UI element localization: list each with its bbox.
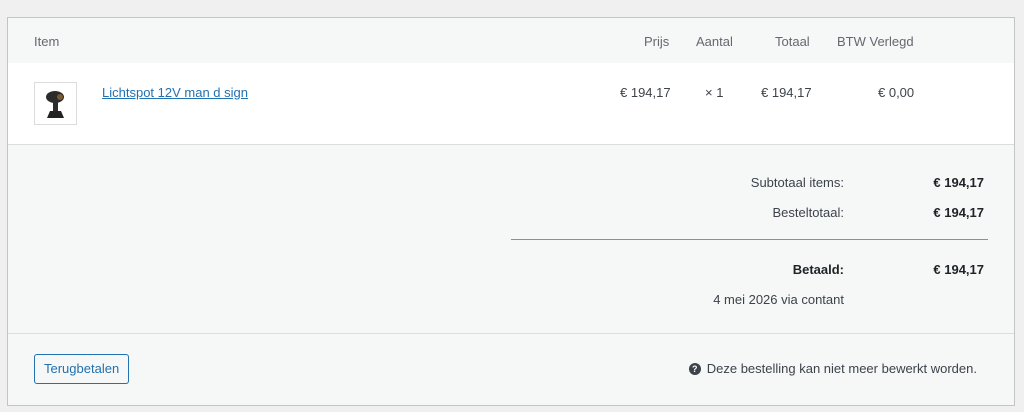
edit-notice: ? Deze bestelling kan niet meer bewerkt … [688,361,977,376]
row-price: € 194,17 [620,85,671,100]
header-price[interactable]: Prijs [644,34,669,49]
refund-button[interactable]: Terugbetalen [34,354,130,384]
items-table-header: Item Prijs Aantal Totaal BTW Verlegd [8,18,1014,63]
order-items-panel: Item Prijs Aantal Totaal BTW Verlegd Lic… [7,17,1015,406]
paid-value: € 194,17 [933,262,984,277]
paid-label: Betaald: [792,262,844,277]
header-total[interactable]: Totaal [775,34,810,49]
paid-note: 4 mei 2026 via contant [713,292,844,307]
subtotal-value: € 194,17 [933,175,984,190]
edit-notice-text: Deze bestelling kan niet meer bewerkt wo… [706,361,977,376]
row-total: € 194,17 [761,85,812,100]
totals-divider [511,239,988,240]
header-item[interactable]: Item [34,34,59,49]
table-row: Lichtspot 12V man d sign € 194,17 × 1 € … [8,63,1014,145]
product-link[interactable]: Lichtspot 12V man d sign [102,85,248,100]
subtotal-label: Subtotaal items: [750,175,844,190]
header-quantity[interactable]: Aantal [696,34,733,49]
help-icon[interactable]: ? [688,362,701,375]
spotlight-product-icon [45,90,64,118]
order-total-value: € 194,17 [933,205,984,220]
order-items-footer: Terugbetalen ? Deze bestelling kan niet … [8,333,1014,405]
header-vat[interactable]: BTW Verlegd [837,34,914,49]
row-quantity: × 1 [705,85,724,100]
row-vat: € 0,00 [878,85,915,100]
order-total-label: Besteltotaal: [772,205,844,220]
product-thumbnail[interactable] [34,82,77,125]
order-totals: Subtotaal items: € 194,17 Besteltotaal: … [8,146,1014,332]
